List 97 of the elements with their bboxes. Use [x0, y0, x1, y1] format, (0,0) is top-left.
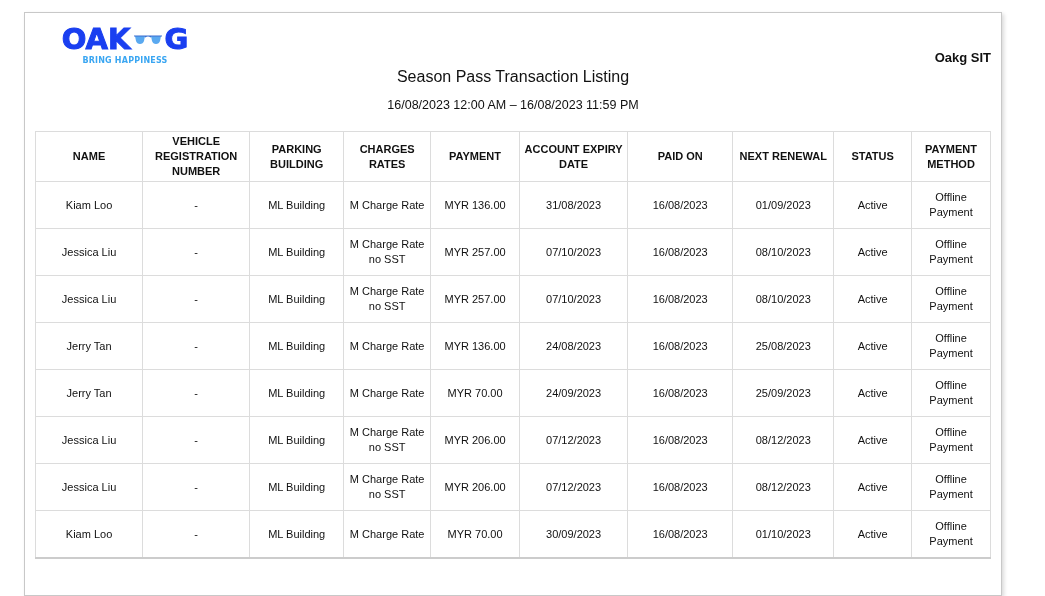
- table-cell: 01/09/2023: [732, 181, 834, 229]
- column-header: STATUS: [833, 131, 912, 182]
- table-cell: 08/12/2023: [732, 463, 834, 511]
- table-cell: 08/10/2023: [732, 228, 834, 276]
- table-cell: ML Building: [249, 369, 344, 417]
- table-cell: Offline Payment: [911, 181, 991, 229]
- table-cell: 31/08/2023: [519, 181, 628, 229]
- table-cell: 16/08/2023: [627, 416, 733, 464]
- column-header: PAYMENT: [430, 131, 520, 182]
- table-cell: 07/10/2023: [519, 275, 628, 323]
- table-cell: 08/12/2023: [732, 416, 834, 464]
- report-title: Season Pass Transaction Listing: [395, 67, 631, 87]
- logo-tagline: BRING HAPPINESS: [82, 56, 168, 66]
- table-cell: -: [142, 322, 250, 370]
- column-header: VEHICLE REGISTRATION NUMBER: [142, 131, 250, 182]
- table-cell: Offline Payment: [911, 463, 991, 511]
- table-cell: MYR 206.00: [430, 416, 520, 464]
- column-header: ACCOUNT EXPIRY DATE: [519, 131, 628, 182]
- table-cell: ML Building: [249, 275, 344, 323]
- table-cell: 01/10/2023: [732, 510, 834, 558]
- table-cell: Active: [833, 322, 912, 370]
- table-cell: 24/08/2023: [519, 322, 628, 370]
- table-cell: 08/10/2023: [732, 275, 834, 323]
- table-cell: Offline Payment: [911, 510, 991, 558]
- table-cell: Active: [833, 416, 912, 464]
- table-cell: 30/09/2023: [519, 510, 628, 558]
- table-cell: Active: [833, 510, 912, 558]
- table-cell: MYR 136.00: [430, 181, 520, 229]
- table-cell: Jessica Liu: [35, 463, 143, 511]
- table-cell: M Charge Rate no SST: [343, 275, 431, 323]
- table-cell: MYR 136.00: [430, 322, 520, 370]
- table-cell: 16/08/2023: [627, 322, 733, 370]
- table-cell: MYR 257.00: [430, 275, 520, 323]
- table-cell: Jerry Tan: [35, 369, 143, 417]
- table-cell: Jessica Liu: [35, 228, 143, 276]
- table-cell: MYR 206.00: [430, 463, 520, 511]
- table-cell: Offline Payment: [911, 369, 991, 417]
- table-cell: ML Building: [249, 463, 344, 511]
- table-cell: 25/09/2023: [732, 369, 834, 417]
- table-cell: Offline Payment: [911, 228, 991, 276]
- table-cell: Active: [833, 463, 912, 511]
- column-header: PARKING BUILDING: [249, 131, 344, 182]
- table-cell: M Charge Rate no SST: [343, 463, 431, 511]
- table-cell: Jessica Liu: [35, 416, 143, 464]
- table-cell: M Charge Rate: [343, 322, 431, 370]
- logo-text: G: [164, 24, 189, 54]
- table-cell: 16/08/2023: [627, 228, 733, 276]
- table-cell: ML Building: [249, 228, 344, 276]
- table-cell: 07/12/2023: [519, 463, 628, 511]
- table-cell: MYR 257.00: [430, 228, 520, 276]
- table-cell: ML Building: [249, 416, 344, 464]
- table-cell: 07/12/2023: [519, 416, 628, 464]
- table-cell: Offline Payment: [911, 322, 991, 370]
- table-cell: -: [142, 181, 250, 229]
- table-cell: 24/09/2023: [519, 369, 628, 417]
- table-cell: Offline Payment: [911, 275, 991, 323]
- logo-text: OAK: [61, 24, 131, 54]
- table-cell: -: [142, 510, 250, 558]
- table-cell: Jessica Liu: [35, 275, 143, 323]
- table-cell: MYR 70.00: [430, 510, 520, 558]
- table-cell: Jerry Tan: [35, 322, 143, 370]
- table-cell: Active: [833, 369, 912, 417]
- table-cell: Offline Payment: [911, 416, 991, 464]
- table-cell: -: [142, 369, 250, 417]
- table-cell: M Charge Rate: [343, 369, 431, 417]
- table-cell: 16/08/2023: [627, 275, 733, 323]
- table-cell: -: [142, 416, 250, 464]
- column-header: PAYMENT METHOD: [911, 131, 991, 182]
- table-cell: M Charge Rate: [343, 181, 431, 229]
- table-cell: 16/08/2023: [627, 463, 733, 511]
- table-cell: M Charge Rate no SST: [343, 228, 431, 276]
- column-header: PAID ON: [627, 131, 733, 182]
- column-header: NAME: [35, 131, 143, 182]
- table-cell: ML Building: [249, 322, 344, 370]
- sunglasses-icon: [132, 33, 163, 45]
- table-cell: Kiam Loo: [35, 510, 143, 558]
- table-cell: M Charge Rate: [343, 510, 431, 558]
- table-cell: 07/10/2023: [519, 228, 628, 276]
- table-cell: -: [142, 463, 250, 511]
- table-cell: ML Building: [249, 510, 344, 558]
- table-cell: 16/08/2023: [627, 181, 733, 229]
- table-cell: MYR 70.00: [430, 369, 520, 417]
- table-cell: Active: [833, 275, 912, 323]
- table-cell: 16/08/2023: [627, 369, 733, 417]
- table-cell: Active: [833, 228, 912, 276]
- date-range: 16/08/2023 12:00 AM – 16/08/2023 11:59 PM: [386, 97, 640, 113]
- table-cell: 25/08/2023: [732, 322, 834, 370]
- column-header: CHARGES RATES: [343, 131, 431, 182]
- column-header: NEXT RENEWAL: [732, 131, 834, 182]
- table-cell: Active: [833, 181, 912, 229]
- table-cell: Kiam Loo: [35, 181, 143, 229]
- table-cell: ML Building: [249, 181, 344, 229]
- table-cell: M Charge Rate no SST: [343, 416, 431, 464]
- company-name: Oakg SIT: [934, 50, 991, 65]
- table-cell: -: [142, 275, 250, 323]
- table-cell: 16/08/2023: [627, 510, 733, 558]
- table-cell: -: [142, 228, 250, 276]
